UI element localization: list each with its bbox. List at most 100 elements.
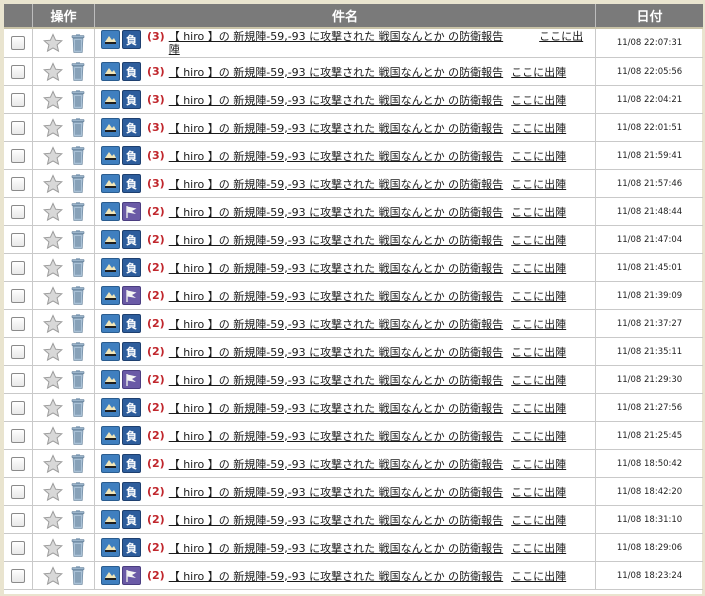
trash-icon[interactable]: [71, 286, 85, 305]
sortie-link[interactable]: ここに出陣: [511, 92, 566, 108]
sortie-link[interactable]: ここに出陣: [511, 456, 566, 472]
trash-icon[interactable]: [71, 370, 85, 389]
trash-icon[interactable]: [71, 342, 85, 361]
sortie-link[interactable]: ここに出陣: [511, 260, 566, 276]
sortie-link[interactable]: ここに出陣: [511, 540, 566, 556]
report-link-continued[interactable]: 陣: [169, 43, 180, 56]
row-checkbox[interactable]: [11, 372, 25, 387]
row-checkbox[interactable]: [11, 344, 25, 359]
report-link[interactable]: 【 hiro 】の 新規陣-59,-93 に攻撃された 戦国なんとか の防衛報告: [169, 540, 503, 556]
star-icon[interactable]: [42, 257, 63, 278]
sortie-link[interactable]: ここに出陣: [511, 512, 566, 528]
row-checkbox[interactable]: [11, 64, 25, 79]
sortie-link[interactable]: ここに出陣: [511, 148, 566, 164]
sortie-link[interactable]: ここに出陣: [511, 204, 566, 220]
report-link[interactable]: 【 hiro 】の 新規陣-59,-93 に攻撃された 戦国なんとか の防衛報告: [169, 64, 503, 80]
header-subject[interactable]: 件名: [94, 4, 596, 29]
row-checkbox[interactable]: [11, 568, 25, 583]
report-link[interactable]: 【 hiro 】の 新規陣-59,-93 に攻撃された 戦国なんとか の防衛報告: [169, 288, 503, 304]
report-link[interactable]: 【 hiro 】の 新規陣-59,-93 に攻撃された 戦国なんとか の防衛報告: [169, 456, 503, 472]
row-checkbox[interactable]: [11, 400, 25, 415]
star-icon[interactable]: [42, 145, 63, 166]
trash-icon[interactable]: [71, 146, 85, 165]
report-link[interactable]: 【 hiro 】の 新規陣-59,-93 に攻撃された 戦国なんとか の防衛報告: [169, 512, 503, 528]
star-icon[interactable]: [42, 537, 63, 558]
trash-icon[interactable]: [71, 398, 85, 417]
trash-icon[interactable]: [71, 62, 85, 81]
trash-icon[interactable]: [71, 230, 85, 249]
star-icon[interactable]: [42, 229, 63, 250]
report-link[interactable]: 【 hiro 】の 新規陣-59,-93 に攻撃された 戦国なんとか の防衛報告: [169, 30, 503, 43]
star-icon[interactable]: [42, 397, 63, 418]
sortie-link[interactable]: ここに出陣: [511, 64, 566, 80]
trash-icon[interactable]: [71, 33, 85, 53]
star-icon[interactable]: [42, 565, 63, 586]
report-link[interactable]: 【 hiro 】の 新規陣-59,-93 に攻撃された 戦国なんとか の防衛報告: [169, 204, 503, 220]
report-link[interactable]: 【 hiro 】の 新規陣-59,-93 に攻撃された 戦国なんとか の防衛報告: [169, 428, 503, 444]
row-checkbox[interactable]: [11, 204, 25, 219]
report-link[interactable]: 【 hiro 】の 新規陣-59,-93 に攻撃された 戦国なんとか の防衛報告: [169, 232, 503, 248]
row-checkbox[interactable]: [11, 232, 25, 247]
star-icon[interactable]: [42, 341, 63, 362]
sortie-link[interactable]: ここに出陣: [511, 120, 566, 136]
trash-icon[interactable]: [71, 454, 85, 473]
sortie-link[interactable]: ここに出陣: [511, 288, 566, 304]
row-checkbox[interactable]: [11, 176, 25, 191]
star-icon[interactable]: [42, 369, 63, 390]
trash-icon[interactable]: [71, 538, 85, 557]
star-icon[interactable]: [42, 61, 63, 82]
star-icon[interactable]: [42, 313, 63, 334]
star-icon[interactable]: [42, 201, 63, 222]
sortie-link[interactable]: ここに出陣: [511, 232, 566, 248]
report-link[interactable]: 【 hiro 】の 新規陣-59,-93 に攻撃された 戦国なんとか の防衛報告: [169, 568, 503, 584]
star-icon[interactable]: [42, 173, 63, 194]
star-icon[interactable]: [42, 425, 63, 446]
sortie-link[interactable]: ここに出陣: [511, 344, 566, 360]
star-icon[interactable]: [42, 509, 63, 530]
row-checkbox[interactable]: [11, 148, 25, 163]
trash-icon[interactable]: [71, 174, 85, 193]
row-checkbox[interactable]: [11, 120, 25, 135]
row-checkbox[interactable]: [11, 512, 25, 527]
report-link[interactable]: 【 hiro 】の 新規陣-59,-93 に攻撃された 戦国なんとか の防衛報告: [169, 372, 503, 388]
sortie-link[interactable]: ここに出陣: [511, 400, 566, 416]
sortie-link[interactable]: ここに出陣: [511, 316, 566, 332]
report-link[interactable]: 【 hiro 】の 新規陣-59,-93 に攻撃された 戦国なんとか の防衛報告: [169, 120, 503, 136]
row-checkbox[interactable]: [11, 456, 25, 471]
report-link[interactable]: 【 hiro 】の 新規陣-59,-93 に攻撃された 戦国なんとか の防衛報告: [169, 176, 503, 192]
star-icon[interactable]: [42, 481, 63, 502]
sortie-link[interactable]: ここに出: [539, 30, 583, 43]
star-icon[interactable]: [42, 285, 63, 306]
trash-icon[interactable]: [71, 566, 85, 585]
row-checkbox[interactable]: [11, 92, 25, 107]
star-icon[interactable]: [42, 33, 63, 53]
star-icon[interactable]: [42, 453, 63, 474]
report-link[interactable]: 【 hiro 】の 新規陣-59,-93 に攻撃された 戦国なんとか の防衛報告: [169, 484, 503, 500]
report-link[interactable]: 【 hiro 】の 新規陣-59,-93 に攻撃された 戦国なんとか の防衛報告: [169, 148, 503, 164]
row-checkbox[interactable]: [11, 316, 25, 331]
report-link[interactable]: 【 hiro 】の 新規陣-59,-93 に攻撃された 戦国なんとか の防衛報告: [169, 344, 503, 360]
sortie-link[interactable]: ここに出陣: [511, 484, 566, 500]
report-link[interactable]: 【 hiro 】の 新規陣-59,-93 に攻撃された 戦国なんとか の防衛報告: [169, 316, 503, 332]
sortie-link[interactable]: ここに出陣: [511, 176, 566, 192]
header-date[interactable]: 日付: [595, 4, 703, 29]
row-checkbox[interactable]: [11, 428, 25, 443]
star-icon[interactable]: [42, 89, 63, 110]
trash-icon[interactable]: [71, 202, 85, 221]
sortie-link[interactable]: ここに出陣: [511, 428, 566, 444]
report-link[interactable]: 【 hiro 】の 新規陣-59,-93 に攻撃された 戦国なんとか の防衛報告: [169, 92, 503, 108]
row-checkbox[interactable]: [11, 484, 25, 499]
trash-icon[interactable]: [71, 118, 85, 137]
row-checkbox[interactable]: [11, 260, 25, 275]
trash-icon[interactable]: [71, 314, 85, 333]
star-icon[interactable]: [42, 117, 63, 138]
trash-icon[interactable]: [71, 426, 85, 445]
trash-icon[interactable]: [71, 510, 85, 529]
sortie-link[interactable]: ここに出陣: [511, 568, 566, 584]
report-link[interactable]: 【 hiro 】の 新規陣-59,-93 に攻撃された 戦国なんとか の防衛報告: [169, 260, 503, 276]
report-link[interactable]: 【 hiro 】の 新規陣-59,-93 に攻撃された 戦国なんとか の防衛報告: [169, 400, 503, 416]
row-checkbox[interactable]: [11, 540, 25, 555]
trash-icon[interactable]: [71, 482, 85, 501]
trash-icon[interactable]: [71, 90, 85, 109]
row-checkbox[interactable]: [11, 288, 25, 303]
